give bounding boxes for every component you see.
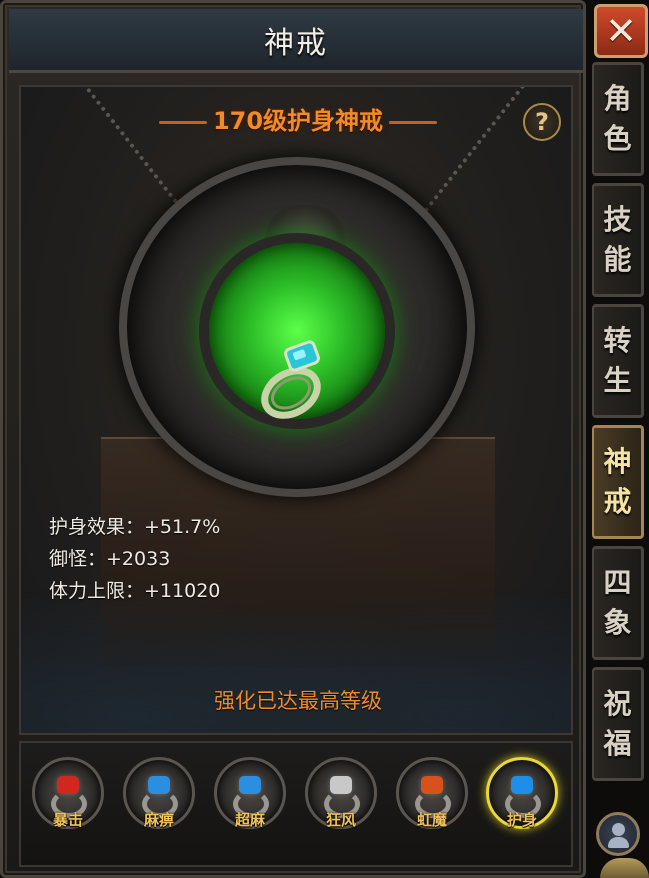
tab-four-symbols[interactable]: 四象 bbox=[592, 546, 644, 660]
stat-value: +51.7% bbox=[144, 516, 221, 538]
title-ornament-right bbox=[389, 120, 438, 124]
slot-label: 狂风 bbox=[325, 811, 356, 829]
tab-char: 能 bbox=[603, 243, 632, 276]
stat-row-protection: 护身效果：+51.7% bbox=[49, 511, 220, 543]
stat-value: +2033 bbox=[106, 548, 171, 570]
tab-char: 神 bbox=[603, 445, 632, 478]
close-button[interactable]: ✕ bbox=[594, 4, 648, 58]
slot-label: 护身 bbox=[506, 811, 537, 829]
ring-display-panel: 170级护身神戒 ? 护身效果：+51.7% 御怪：+2033 体力上限：+11… bbox=[19, 85, 573, 735]
stat-label: 御怪： bbox=[49, 548, 107, 570]
ring-slot-tray: 暴击 麻痹 超麻 狂风 虹魔 护身 bbox=[19, 741, 573, 867]
stat-label: 体力上限： bbox=[49, 580, 145, 602]
ring-icon bbox=[261, 340, 321, 419]
ring-title: 170级护身神戒 bbox=[21, 101, 571, 136]
ring-slot-crit[interactable]: 暴击 bbox=[29, 757, 107, 853]
title-bar: 神戒 bbox=[9, 9, 583, 73]
window-title: 神戒 bbox=[264, 25, 328, 61]
stat-row-max-hp: 体力上限：+11020 bbox=[49, 575, 220, 607]
ring-slot-super-paralyze[interactable]: 超麻 bbox=[211, 757, 289, 853]
gem-icon bbox=[330, 776, 352, 794]
ring-stats: 护身效果：+51.7% 御怪：+2033 体力上限：+11020 bbox=[49, 511, 220, 607]
slot-label: 暴击 bbox=[52, 811, 83, 829]
ring-slot-rainbow-demon[interactable]: 虹魔 bbox=[393, 757, 471, 853]
help-button[interactable]: ? bbox=[523, 103, 561, 141]
title-ornament-left bbox=[158, 120, 207, 124]
gem-icon bbox=[421, 776, 443, 794]
tab-char: 福 bbox=[603, 727, 632, 760]
ring-slot-paralyze[interactable]: 麻痹 bbox=[120, 757, 198, 853]
tab-rebirth[interactable]: 转生 bbox=[592, 304, 644, 418]
max-level-status: 强化已达最高等级 bbox=[214, 689, 382, 713]
ring-title-text: 170级护身神戒 bbox=[212, 107, 384, 135]
ring-slot-gale[interactable]: 狂风 bbox=[302, 757, 380, 853]
corner-menu-button[interactable] bbox=[600, 858, 649, 878]
tab-char: 戒 bbox=[603, 485, 632, 518]
tab-char: 象 bbox=[603, 606, 632, 639]
tab-char: 祝 bbox=[603, 687, 632, 720]
stat-row-monster-defense: 御怪：+2033 bbox=[49, 543, 220, 575]
tab-char: 角 bbox=[603, 82, 632, 115]
tab-skills[interactable]: 技能 bbox=[592, 183, 644, 297]
tab-blessing[interactable]: 祝福 bbox=[592, 667, 644, 781]
gem-icon bbox=[239, 776, 261, 794]
tab-char: 色 bbox=[603, 122, 632, 155]
gem-icon bbox=[57, 776, 79, 794]
tab-char: 技 bbox=[603, 203, 632, 236]
stat-label: 护身效果： bbox=[49, 516, 145, 538]
help-icon: ? bbox=[535, 108, 549, 136]
social-avatar-icon[interactable] bbox=[596, 812, 640, 856]
gem-icon bbox=[148, 776, 170, 794]
ring-slot-protection[interactable]: 护身 bbox=[483, 757, 561, 853]
tab-divine-ring[interactable]: 神戒 bbox=[592, 425, 644, 539]
close-icon: ✕ bbox=[605, 9, 637, 53]
tab-char: 生 bbox=[603, 364, 632, 397]
stat-value: +11020 bbox=[144, 580, 221, 602]
tab-char: 转 bbox=[603, 324, 632, 357]
ring-window: 神戒 170级护身神戒 ? 护身效果：+51.7% 御怪：+2033 体力上限：… bbox=[0, 0, 586, 878]
tab-character[interactable]: 角色 bbox=[592, 62, 644, 176]
slot-label: 麻痹 bbox=[143, 811, 174, 829]
slot-label: 虹魔 bbox=[416, 811, 447, 829]
dragon-disk bbox=[119, 157, 475, 497]
tab-char: 四 bbox=[603, 566, 632, 599]
slot-label: 超麻 bbox=[234, 811, 265, 829]
gem-icon bbox=[511, 776, 533, 794]
